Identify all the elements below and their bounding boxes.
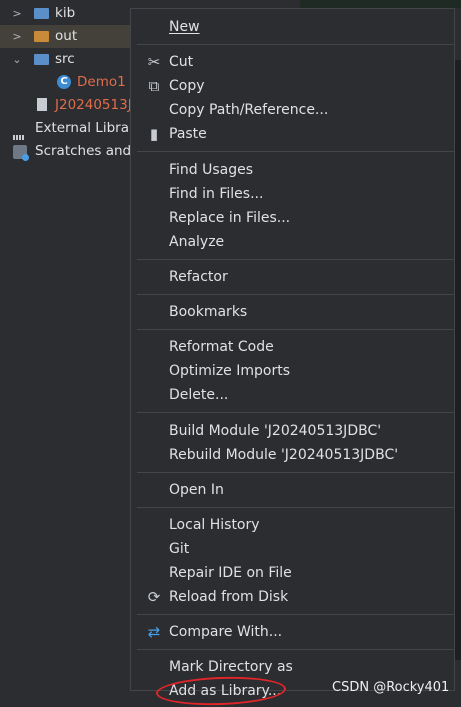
tree-item-out[interactable]: > out xyxy=(0,25,140,48)
menu-item-label: Local History xyxy=(169,517,260,533)
menu-item-label: Repair IDE on File xyxy=(169,565,292,581)
menu-item-label: Cut xyxy=(169,54,194,70)
menu-item-label: Find Usages xyxy=(169,162,254,178)
menu-item-label: Analyze xyxy=(169,234,225,250)
chevron-down-icon[interactable]: ⌄ xyxy=(10,48,24,71)
folder-icon xyxy=(34,8,49,19)
java-class-icon: C xyxy=(57,75,71,89)
copy-icon: ⧉ xyxy=(148,77,160,95)
editor-edge xyxy=(455,60,461,660)
menu-item-copy-path[interactable]: Copy Path/Reference... xyxy=(131,98,454,122)
context-menu: New ✂ Cut ⧉ Copy Copy Path/Reference... … xyxy=(130,8,455,699)
watermark: CSDN @Rocky401 xyxy=(332,680,450,695)
menu-item-local-history[interactable]: Local History xyxy=(131,513,454,537)
tree-item-label: Demo1 xyxy=(77,74,126,90)
tree-item-label: Scratches and Consoles xyxy=(35,143,140,159)
menu-item-label: Mark Directory as xyxy=(169,659,293,675)
tree-item-label: J20240513JDBC xyxy=(55,97,140,113)
menu-item-label: Rebuild Module 'J20240513JDBC' xyxy=(169,447,399,463)
menu-item-analyze[interactable]: Analyze xyxy=(131,230,454,254)
menu-item-replace-in-files[interactable]: Replace in Files... xyxy=(131,206,454,230)
folder-icon xyxy=(34,54,49,65)
tree-item-module[interactable]: J20240513JDBC xyxy=(0,94,140,117)
menu-item-mark-directory[interactable]: Mark Directory as xyxy=(131,655,454,679)
tree-item-external-libraries[interactable]: External Libraries xyxy=(0,117,140,140)
menu-item-label: Reload from Disk xyxy=(169,589,289,605)
menu-item-label: Build Module 'J20240513JDBC' xyxy=(169,423,382,439)
menu-item-git[interactable]: Git xyxy=(131,537,454,561)
menu-separator xyxy=(137,329,454,330)
menu-item-refactor[interactable]: Refactor xyxy=(131,265,454,289)
tree-item-label: External Libraries xyxy=(35,120,140,136)
menu-item-label: Optimize Imports xyxy=(169,363,290,379)
menu-item-label: Delete... xyxy=(169,387,229,403)
scratches-icon xyxy=(13,145,29,161)
menu-item-label: Reformat Code xyxy=(169,339,274,355)
menu-item-paste[interactable]: ▮ Paste xyxy=(131,122,454,146)
menu-item-copy[interactable]: ⧉ Copy xyxy=(131,74,454,98)
menu-item-label: Refactor xyxy=(169,269,228,285)
top-strip xyxy=(300,0,461,8)
menu-separator xyxy=(137,614,454,615)
tree-item-src[interactable]: ⌄ src xyxy=(0,48,140,71)
menu-separator xyxy=(137,151,454,152)
paste-icon: ▮ xyxy=(149,125,159,143)
tree-item-label: src xyxy=(55,51,75,67)
menu-separator xyxy=(137,649,454,650)
tree-item-kib[interactable]: > kib xyxy=(0,2,140,25)
menu-item-label: Paste xyxy=(169,126,207,142)
menu-item-label: Replace in Files... xyxy=(169,210,291,226)
menu-item-new[interactable]: New xyxy=(131,15,454,39)
menu-item-find-in-files[interactable]: Find in Files... xyxy=(131,182,454,206)
menu-separator xyxy=(137,294,454,295)
menu-item-label: Find in Files... xyxy=(169,186,264,202)
compare-icon: ⇄ xyxy=(147,623,161,641)
tree-item-label: out xyxy=(55,28,78,44)
menu-item-bookmarks[interactable]: Bookmarks xyxy=(131,300,454,324)
menu-item-label: Git xyxy=(169,541,190,557)
menu-item-build-module[interactable]: Build Module 'J20240513JDBC' xyxy=(131,419,454,443)
menu-item-label: Copy xyxy=(169,78,205,94)
chevron-right-icon[interactable]: > xyxy=(10,25,24,48)
menu-item-find-usages[interactable]: Find Usages xyxy=(131,158,454,182)
menu-separator xyxy=(137,44,454,45)
menu-separator xyxy=(137,412,454,413)
folder-icon xyxy=(34,31,49,42)
menu-item-cut[interactable]: ✂ Cut xyxy=(131,50,454,74)
menu-separator xyxy=(137,472,454,473)
reload-icon: ⟳ xyxy=(147,588,161,606)
menu-item-compare-with[interactable]: ⇄ Compare With... xyxy=(131,620,454,644)
tree-item-demo1[interactable]: C Demo1 xyxy=(0,71,140,94)
menu-item-label: New xyxy=(169,19,200,35)
menu-item-label: Compare With... xyxy=(169,624,283,640)
menu-item-optimize-imports[interactable]: Optimize Imports xyxy=(131,359,454,383)
module-file-icon xyxy=(37,98,47,111)
menu-item-label: Open In xyxy=(169,482,224,498)
menu-separator xyxy=(137,259,454,260)
tree-item-scratches[interactable]: Scratches and Consoles xyxy=(0,140,140,163)
menu-separator xyxy=(137,507,454,508)
menu-item-rebuild-module[interactable]: Rebuild Module 'J20240513JDBC' xyxy=(131,443,454,467)
menu-item-delete[interactable]: Delete... xyxy=(131,383,454,407)
chevron-right-icon[interactable]: > xyxy=(10,2,24,25)
menu-item-reformat-code[interactable]: Reformat Code xyxy=(131,335,454,359)
scissors-icon: ✂ xyxy=(147,53,161,71)
libraries-icon xyxy=(13,123,27,140)
tree-item-label: kib xyxy=(55,5,76,21)
project-tree: > kib > out ⌄ src C Demo1 J20240513JDBC … xyxy=(0,0,140,705)
menu-item-label: Bookmarks xyxy=(169,304,248,320)
menu-item-open-in[interactable]: Open In xyxy=(131,478,454,502)
menu-item-repair-ide[interactable]: Repair IDE on File xyxy=(131,561,454,585)
menu-item-reload-from-disk[interactable]: ⟳ Reload from Disk xyxy=(131,585,454,609)
menu-item-label: Copy Path/Reference... xyxy=(169,102,329,118)
